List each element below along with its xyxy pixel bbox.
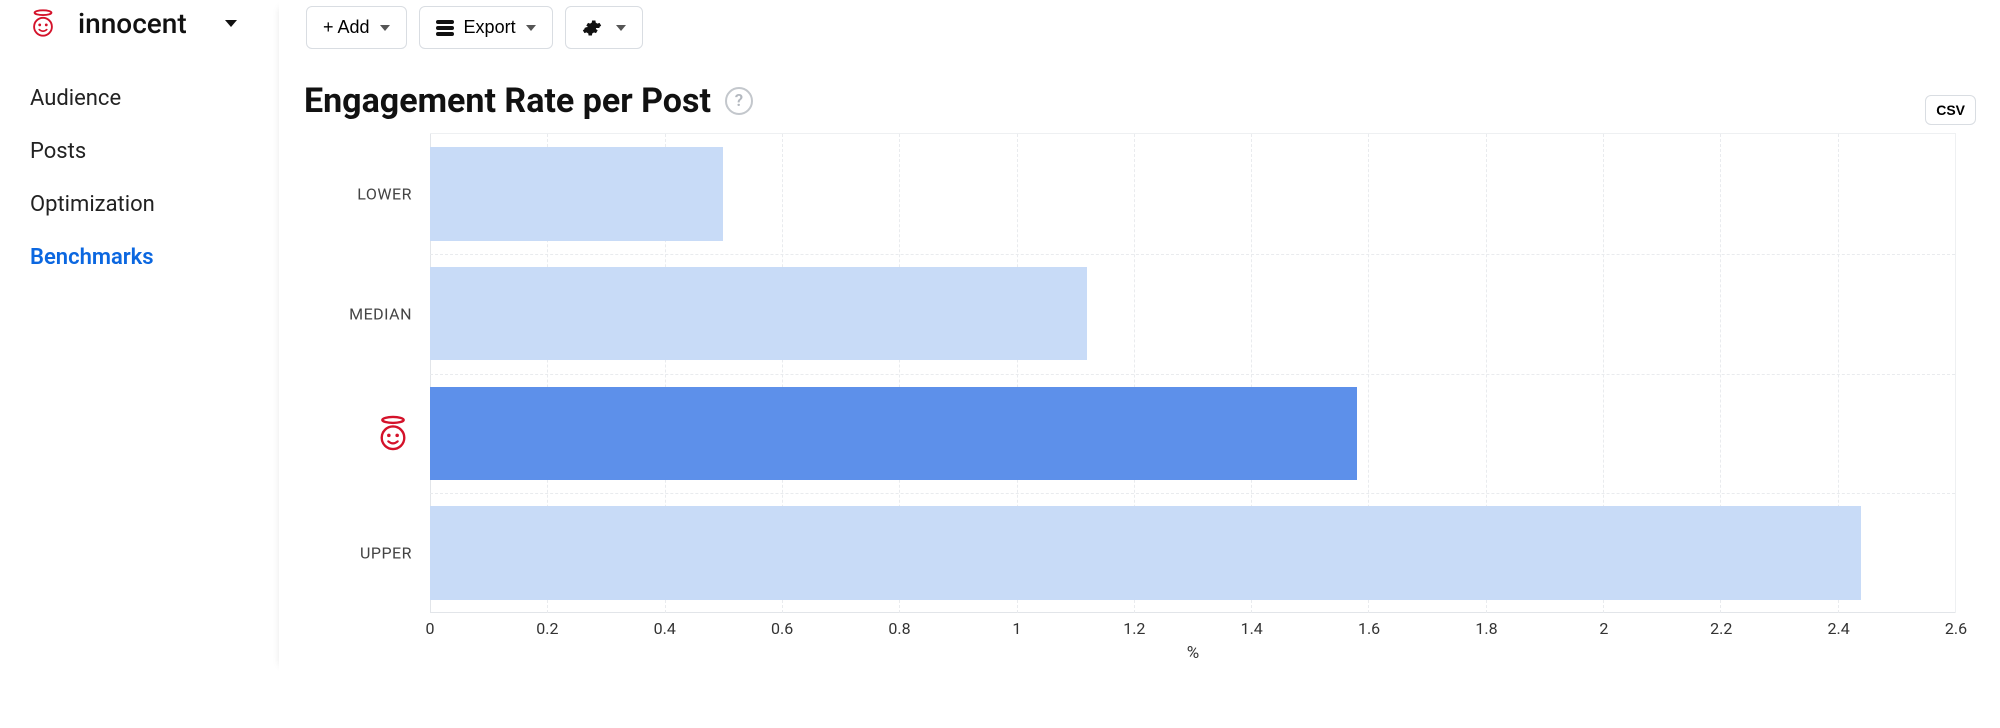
y-tick-innocent [374, 414, 430, 452]
x-tick: 0 [426, 619, 435, 638]
x-tick: 0.4 [654, 619, 676, 638]
sidebar-item-audience[interactable]: Audience [0, 72, 278, 125]
x-tick: 1.8 [1475, 619, 1497, 638]
csv-export-button[interactable]: CSV [1925, 95, 1976, 125]
export-button[interactable]: Export [419, 6, 553, 49]
y-tick-lower: LOWER [357, 184, 430, 203]
x-tick: 1.4 [1241, 619, 1263, 638]
x-tick: 0.2 [536, 619, 558, 638]
brand-name: innocent [78, 7, 187, 40]
x-tick: 1.6 [1358, 619, 1380, 638]
export-button-label: Export [464, 17, 516, 38]
x-tick: 2.6 [1945, 619, 1967, 638]
sidebar-item-optimization[interactable]: Optimization [0, 178, 278, 231]
x-tick: 1.2 [1123, 619, 1145, 638]
angel-icon [26, 6, 60, 40]
gear-icon [582, 18, 602, 38]
y-tick-upper: UPPER [360, 544, 430, 563]
stack-icon [436, 20, 454, 36]
bar-upper [430, 506, 1861, 599]
bar-innocent [430, 387, 1357, 480]
add-button-label: + Add [323, 17, 370, 38]
add-button[interactable]: + Add [306, 6, 407, 49]
sidebar-item-posts[interactable]: Posts [0, 125, 278, 178]
page-title: Engagement Rate per Post [304, 81, 711, 121]
x-tick: 1 [1012, 619, 1021, 638]
chevron-down-icon [616, 25, 626, 31]
x-tick: 2.2 [1710, 619, 1732, 638]
sidebar-item-benchmarks[interactable]: Benchmarks [0, 231, 278, 284]
x-tick: 0.6 [771, 619, 793, 638]
angel-icon [374, 414, 412, 452]
x-axis-title: % [430, 643, 1956, 663]
bar-median [430, 267, 1087, 360]
chevron-down-icon [380, 25, 390, 31]
sidebar-nav: Audience Posts Optimization Benchmarks [0, 46, 279, 284]
help-icon[interactable]: ? [725, 87, 753, 115]
bar-lower [430, 147, 723, 240]
chevron-down-icon [225, 20, 237, 27]
chevron-down-icon [526, 25, 536, 31]
x-tick: 0.8 [888, 619, 910, 638]
x-tick: 2.4 [1828, 619, 1850, 638]
settings-button[interactable] [565, 6, 643, 49]
y-tick-median: MEDIAN [349, 304, 430, 323]
x-tick: 2 [1599, 619, 1608, 638]
benchmark-chart: LOWERMEDIANUPPER 00.20.40.60.811.21.41.6… [430, 133, 1956, 663]
